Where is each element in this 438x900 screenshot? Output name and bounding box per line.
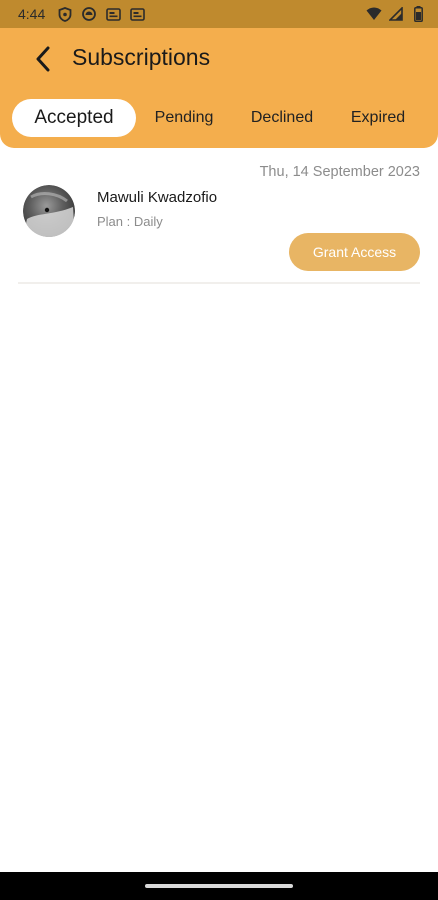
- sim-card-icon: [129, 6, 145, 22]
- home-gesture-handle[interactable]: [145, 884, 293, 888]
- grant-access-button[interactable]: Grant Access: [289, 233, 420, 271]
- navigation-bar: [0, 872, 438, 900]
- status-right: [366, 6, 426, 22]
- page-title: Subscriptions: [72, 44, 211, 70]
- subscription-item[interactable]: Thu, 14 September 2023 Mawuli Kwadzofio …: [18, 150, 420, 284]
- shield-icon: [57, 6, 73, 22]
- back-button[interactable]: [28, 42, 58, 76]
- tab-declined[interactable]: Declined: [232, 99, 332, 137]
- status-left: 4:44: [18, 6, 145, 22]
- tab-bar: Accepted Pending Declined Expired: [12, 99, 428, 137]
- tab-expired[interactable]: Expired: [332, 99, 424, 137]
- tab-pending[interactable]: Pending: [136, 99, 232, 137]
- battery-icon: [410, 6, 426, 22]
- subscription-date: Thu, 14 September 2023: [259, 164, 420, 180]
- chevron-left-icon: [36, 46, 50, 72]
- subscriber-name: Mawuli Kwadzofio: [97, 189, 218, 206]
- tab-accepted[interactable]: Accepted: [12, 99, 136, 137]
- status-bar: 4:44: [0, 0, 438, 28]
- app-screen: 4:44 Subscriptions Accepted Pending Decl…: [0, 0, 438, 900]
- header: Subscriptions Accepted Pending Declined …: [0, 28, 438, 148]
- sim-card-icon: [105, 6, 121, 22]
- subscription-plan: Plan : Daily: [97, 214, 163, 229]
- android-icon: [81, 6, 97, 22]
- wifi-icon: [366, 6, 382, 22]
- status-time: 4:44: [18, 6, 46, 22]
- signal-icon: [388, 6, 404, 22]
- avatar: [23, 185, 75, 237]
